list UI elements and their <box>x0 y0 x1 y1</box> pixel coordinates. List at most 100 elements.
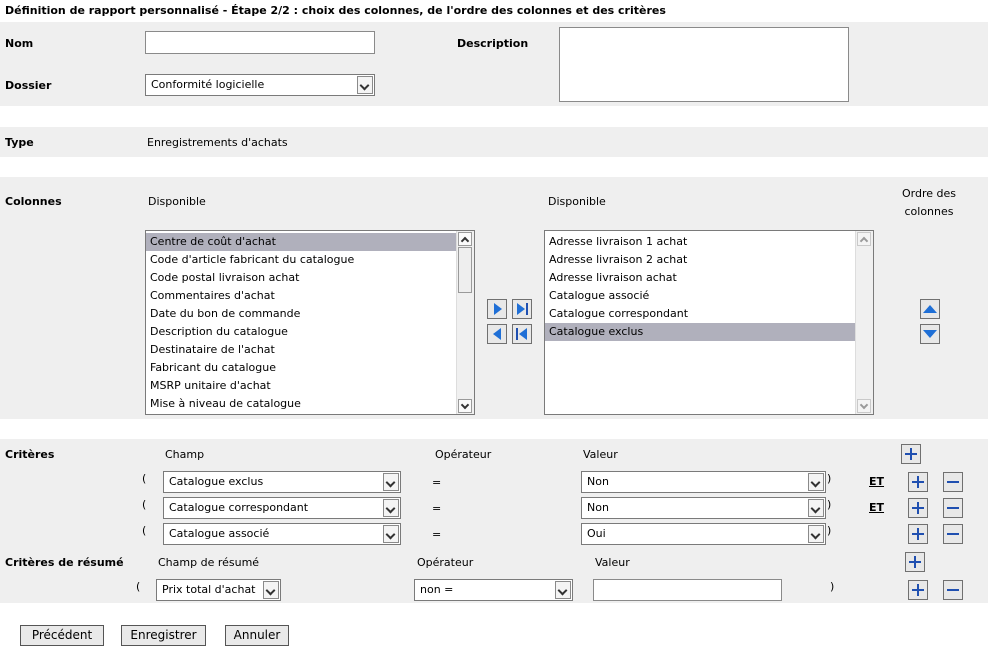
criterion-value-select[interactable]: Non <box>581 471 826 493</box>
chevron-down-icon <box>383 525 399 543</box>
criterion-value-select[interactable]: Oui <box>581 523 826 545</box>
selected-scrollbar[interactable] <box>855 231 873 414</box>
list-item[interactable]: Catalogue exclus <box>545 323 855 341</box>
add-row-button[interactable] <box>908 524 928 544</box>
add-row-button[interactable] <box>908 472 928 492</box>
list-item[interactable]: MSRP unitaire d'achat <box>146 377 456 395</box>
move-all-left-button[interactable] <box>512 324 532 344</box>
criterion-field-select[interactable]: Catalogue associé <box>163 523 401 545</box>
add-row-button[interactable] <box>908 498 928 518</box>
selected-columns-list[interactable]: Adresse livraison 1 achat Adresse livrai… <box>544 230 874 415</box>
criterion-value-select[interactable]: Non <box>581 497 826 519</box>
resume-champ-header: Champ de résumé <box>158 556 260 569</box>
chevron-down-icon <box>555 581 571 599</box>
chevron-down-icon <box>383 473 399 491</box>
selected-header: Disponible <box>548 195 606 208</box>
previous-button[interactable]: Précédent <box>20 625 104 646</box>
chevron-down-icon <box>263 581 279 599</box>
arrow-left-icon <box>493 328 501 340</box>
chevron-down-icon <box>357 76 373 94</box>
move-left-button[interactable] <box>487 324 507 344</box>
description-label: Description <box>457 37 529 50</box>
page-title: Définition de rapport personnalisé - Éta… <box>5 4 666 17</box>
chevron-down-icon <box>808 525 824 543</box>
available-header: Disponible <box>148 195 206 208</box>
chevron-down-icon <box>808 473 824 491</box>
arrow-left-end-icon <box>519 328 527 340</box>
list-item[interactable]: Centre de coût d'achat <box>146 233 456 251</box>
colonnes-label: Colonnes <box>5 195 62 208</box>
move-right-button[interactable] <box>487 299 507 319</box>
et-link[interactable]: ET <box>869 475 884 488</box>
summary-value-input[interactable] <box>593 579 782 601</box>
list-item[interactable]: Catalogue associé <box>545 287 855 305</box>
close-paren: ) <box>827 472 832 485</box>
valeur-header: Valeur <box>583 448 618 461</box>
open-paren: ( <box>142 472 147 485</box>
list-item[interactable]: Code postal livraison achat <box>146 269 456 287</box>
available-scrollbar[interactable] <box>456 231 474 414</box>
chevron-down-icon <box>383 499 399 517</box>
resume-operateur-header: Opérateur <box>417 556 474 569</box>
open-paren: ( <box>142 524 147 537</box>
dossier-select-value: Conformité logicielle <box>151 78 265 91</box>
add-summary-criterion-button[interactable] <box>905 552 925 572</box>
close-paren: ) <box>827 524 832 537</box>
arrow-right-end-icon <box>517 303 525 315</box>
scroll-thumb[interactable] <box>458 247 472 293</box>
nom-input[interactable] <box>145 31 375 54</box>
close-paren: ) <box>830 580 835 593</box>
type-label: Type <box>5 136 34 149</box>
scroll-up-icon[interactable] <box>857 232 871 246</box>
summary-field-select[interactable]: Prix total d'achat <box>156 579 281 601</box>
add-summary-row-button[interactable] <box>908 580 928 600</box>
operator-text: = <box>432 476 442 489</box>
type-value: Enregistrements d'achats <box>147 136 288 149</box>
arrow-up-icon <box>923 305 937 313</box>
list-item[interactable]: Mise à niveau de catalogue <box>146 395 456 413</box>
dossier-label: Dossier <box>5 79 52 92</box>
list-item[interactable]: Code d'article fabricant du catalogue <box>146 251 456 269</box>
list-item[interactable]: Adresse livraison achat <box>545 269 855 287</box>
resume-label: Critères de résumé <box>5 556 124 569</box>
criterion-field-select[interactable]: Catalogue correspondant <box>163 497 401 519</box>
open-paren: ( <box>142 498 147 511</box>
open-paren: ( <box>136 580 141 593</box>
arrow-right-icon <box>494 303 502 315</box>
move-all-right-button[interactable] <box>512 299 532 319</box>
scroll-down-icon[interactable] <box>458 399 472 413</box>
et-link[interactable]: ET <box>869 501 884 514</box>
list-item[interactable]: Date du bon de commande <box>146 305 456 323</box>
operator-text: = <box>432 528 442 541</box>
scroll-up-icon[interactable] <box>458 232 472 246</box>
remove-row-button[interactable] <box>943 524 963 544</box>
summary-operator-select[interactable]: non = <box>414 579 573 601</box>
move-down-button[interactable] <box>920 324 940 344</box>
list-item[interactable]: Adresse livraison 2 achat <box>545 251 855 269</box>
add-criterion-button[interactable] <box>901 444 921 464</box>
champ-header: Champ <box>165 448 205 461</box>
move-up-button[interactable] <box>920 299 940 319</box>
operateur-header: Opérateur <box>435 448 492 461</box>
criterion-field-select[interactable]: Catalogue exclus <box>163 471 401 493</box>
list-item[interactable]: Adresse livraison 1 achat <box>545 233 855 251</box>
list-item[interactable]: Description du catalogue <box>146 323 456 341</box>
list-item[interactable]: Destinataire de l'achat <box>146 341 456 359</box>
remove-row-button[interactable] <box>943 472 963 492</box>
nom-label: Nom <box>5 37 34 50</box>
remove-row-button[interactable] <box>943 498 963 518</box>
list-item[interactable]: Catalogue correspondant <box>545 305 855 323</box>
close-paren: ) <box>827 498 832 511</box>
description-textarea[interactable] <box>559 27 849 102</box>
criteres-label: Critères <box>5 448 55 461</box>
save-button[interactable]: Enregistrer <box>121 625 206 646</box>
available-columns-list[interactable]: Centre de coût d'achat Code d'article fa… <box>145 230 475 415</box>
scroll-down-icon[interactable] <box>857 399 871 413</box>
column-order-header: Ordre des colonnes <box>902 187 956 218</box>
list-item[interactable]: Commentaires d'achat <box>146 287 456 305</box>
dossier-select[interactable]: Conformité logicielle <box>145 74 375 96</box>
list-item[interactable]: Fabricant du catalogue <box>146 359 456 377</box>
cancel-button[interactable]: Annuler <box>225 625 289 646</box>
chevron-down-icon <box>808 499 824 517</box>
remove-summary-row-button[interactable] <box>943 580 963 600</box>
